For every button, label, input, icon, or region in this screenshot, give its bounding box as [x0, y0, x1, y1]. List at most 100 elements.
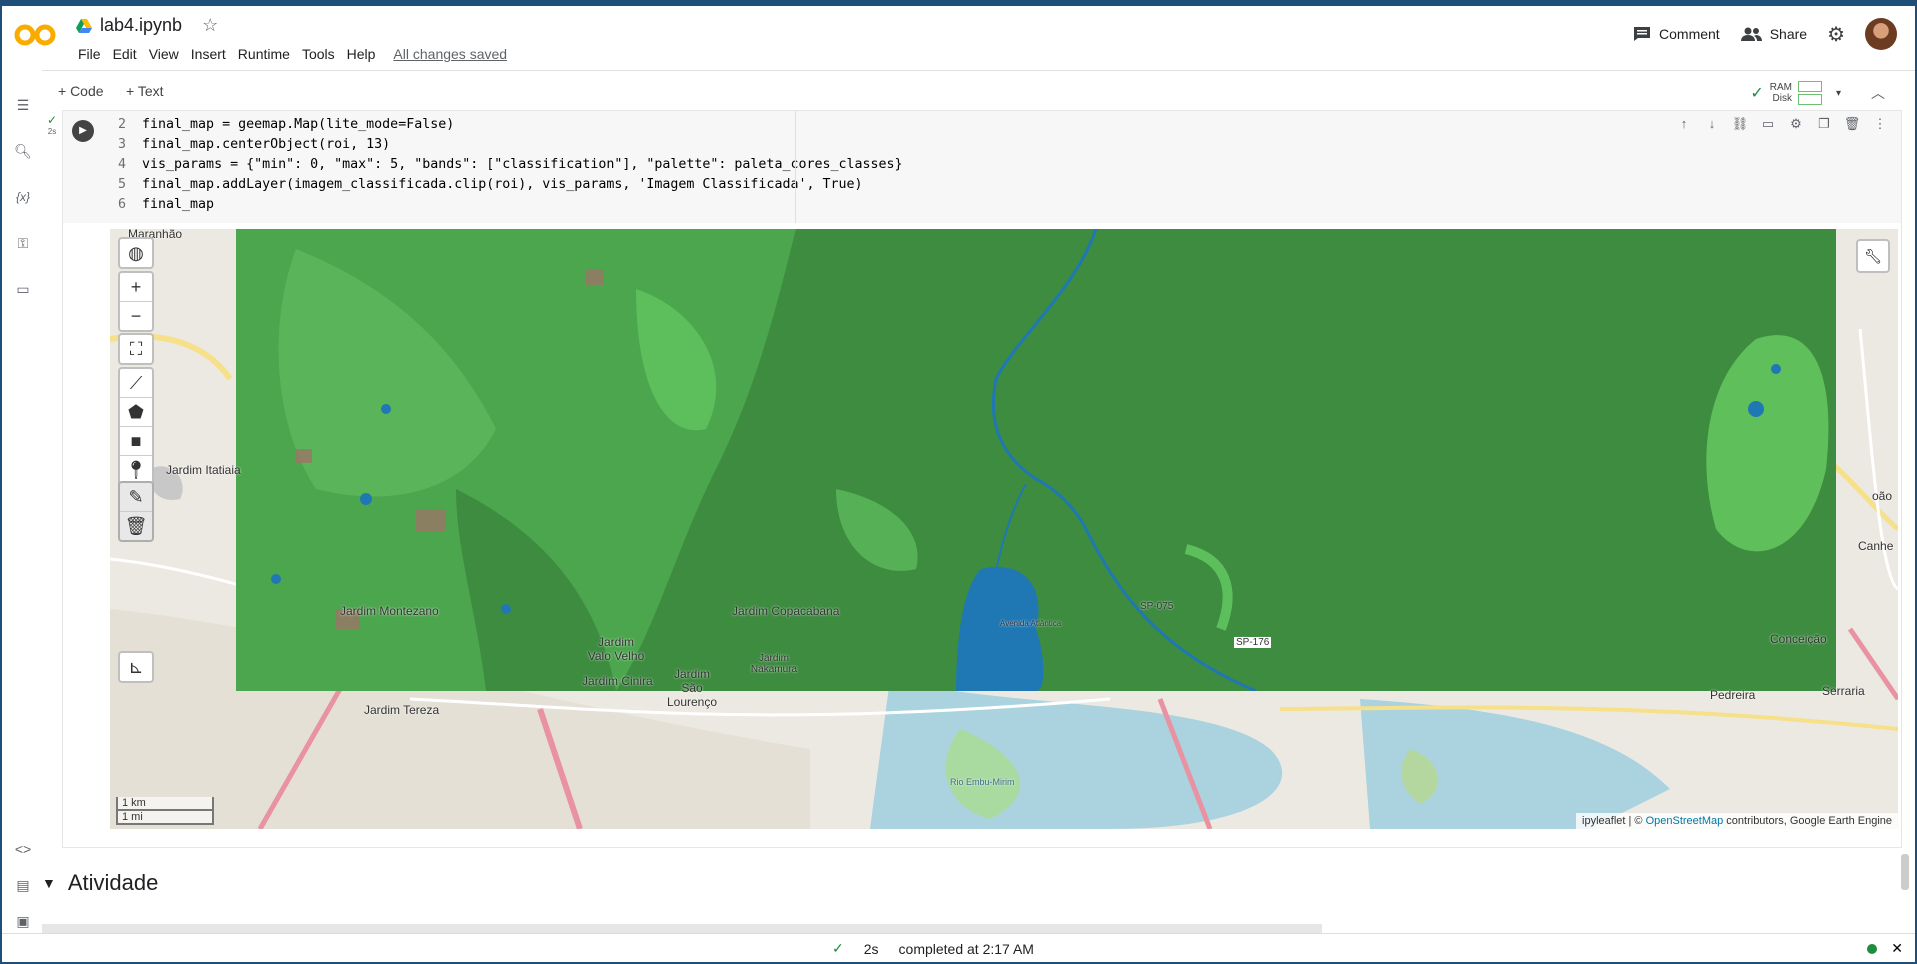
place-label: oão: [1872, 489, 1893, 503]
header: lab4.ipynb ☆ File Edit View Insert Runti…: [2, 6, 1915, 70]
scale-bar: 1 km 1 mi: [116, 797, 214, 825]
mirror-cell-icon[interactable]: ❐: [1813, 113, 1835, 135]
edit-layers-icon[interactable]: ✎: [120, 483, 152, 512]
menu-help[interactable]: Help: [341, 46, 382, 62]
connected-check-icon: ✓: [1750, 85, 1764, 102]
highway-shield: SP-176: [1234, 637, 1272, 648]
comment-icon: [1634, 27, 1651, 41]
move-down-icon[interactable]: ↓: [1701, 113, 1723, 135]
cell-settings-icon[interactable]: ⚙: [1785, 113, 1807, 135]
settings-gear-icon[interactable]: ⚙: [1827, 22, 1845, 47]
place-label: Jardim Montezano: [340, 604, 439, 618]
status-bar: ✓ 2s completed at 2:17 AM ✕: [2, 933, 1915, 962]
osm-link[interactable]: OpenStreetMap: [1646, 815, 1724, 827]
share-label: Share: [1769, 26, 1808, 42]
code-snippets-icon[interactable]: <>: [14, 840, 32, 858]
secrets-key-icon[interactable]: ⚿: [14, 234, 32, 252]
ram-bar: [1797, 81, 1822, 92]
toolbar-wrench-icon[interactable]: 🔧︎: [1856, 239, 1890, 273]
place-label: Jardim São Lourenço: [666, 667, 718, 709]
delete-layers-icon[interactable]: 🗑︎: [120, 512, 152, 540]
menu-edit[interactable]: Edit: [107, 46, 143, 62]
draw-polygon-icon[interactable]: ⬟: [120, 398, 152, 427]
comment-button[interactable]: Comment: [1633, 26, 1720, 42]
measure-control: ⊾: [118, 651, 154, 683]
link-icon[interactable]: ⛓: [1729, 113, 1751, 135]
collapse-header-icon[interactable]: ︿: [1871, 83, 1885, 103]
close-icon[interactable]: ✕: [1891, 940, 1903, 957]
highway-shield: SP-075: [1140, 601, 1174, 612]
street-label: Avenida Atlântica: [1000, 619, 1062, 628]
google-drive-icon: [76, 18, 92, 33]
place-label: Jardim Cinira: [582, 674, 653, 688]
connection-status-icon[interactable]: [1867, 943, 1878, 954]
add-text-button[interactable]: + Text: [126, 83, 164, 99]
terminal-icon[interactable]: ▣: [14, 912, 32, 930]
variables-icon[interactable]: {x}: [14, 188, 32, 206]
status-check-icon: ✓: [832, 940, 844, 956]
ruler-icon[interactable]: ⊾: [120, 653, 152, 681]
notebook-title[interactable]: lab4.ipynb: [100, 15, 182, 36]
section-title: Atividade: [67, 870, 159, 895]
fullscreen-icon[interactable]: ⛶: [120, 335, 152, 363]
resources-indicator[interactable]: ✓ RAM Disk ▾: [1750, 79, 1841, 107]
table-of-contents-icon[interactable]: ☰: [14, 96, 32, 114]
place-label: Jardim Tereza: [364, 703, 440, 717]
status-time: 2s: [863, 940, 879, 957]
ram-label: RAM: [1769, 82, 1792, 93]
zoom-in-button[interactable]: +: [120, 273, 152, 302]
map-attribution: ipyleaflet | © OpenStreetMap contributor…: [1576, 813, 1898, 829]
place-label: Serraria: [1822, 684, 1865, 698]
move-up-icon[interactable]: ↑: [1673, 113, 1695, 135]
share-button[interactable]: Share: [1740, 26, 1807, 42]
add-code-button[interactable]: + Code: [58, 83, 104, 99]
menu-view[interactable]: View: [143, 46, 185, 62]
draw-polyline-icon[interactable]: ⟋: [120, 369, 152, 398]
star-icon[interactable]: ☆: [202, 15, 218, 36]
disk-label: Disk: [1772, 93, 1792, 104]
scale-km: 1 km: [116, 797, 214, 811]
menu-insert[interactable]: Insert: [185, 46, 232, 62]
code-line: 2 final_map = geemap.Map(lite_mode=False…: [118, 117, 455, 132]
cell-exec-time: 2s: [47, 127, 57, 136]
place-label: Conceição: [1770, 632, 1827, 646]
more-options-icon[interactable]: ⋮: [1869, 113, 1891, 135]
cell-success-check-icon: ✓: [46, 113, 58, 127]
code-line: 6 final_map: [118, 197, 215, 212]
caret-down-icon[interactable]: ▼: [42, 875, 56, 891]
section-heading[interactable]: ▼ Atividade: [42, 870, 158, 896]
menu-tools[interactable]: Tools: [296, 46, 341, 62]
status-completed[interactable]: completed at 2:17 AM: [899, 941, 1034, 957]
place-label: Jardim Itatiaia: [166, 463, 241, 477]
vertical-scrollbar[interactable]: [1901, 854, 1909, 890]
menu-file[interactable]: File: [72, 46, 107, 62]
place-label: Jardim Valo Velho: [587, 635, 645, 663]
code-editor[interactable]: ▶ 2 final_map = geemap.Map(lite_mode=Fal…: [63, 111, 1901, 223]
map-output[interactable]: Maranhão Jardim Itatiaia Jardim Montezan…: [110, 229, 1898, 829]
globe-icon[interactable]: ◍: [120, 239, 152, 267]
zoom-out-button[interactable]: −: [120, 302, 152, 330]
basemap-switch[interactable]: ◍: [118, 237, 154, 269]
code-line: 3 final_map.centerObject(roi, 13): [118, 137, 391, 152]
command-palette-icon[interactable]: ▤: [14, 876, 32, 894]
draw-rectangle-icon[interactable]: ■: [120, 427, 152, 456]
menu-runtime[interactable]: Runtime: [232, 46, 296, 62]
avatar[interactable]: [1865, 18, 1897, 50]
fullscreen-control: ⛶: [118, 333, 154, 365]
river-label: Rio Embu-Mirim: [950, 777, 1015, 787]
draw-marker-icon[interactable]: 📍︎: [120, 456, 152, 484]
files-folder-icon[interactable]: ▭: [14, 280, 32, 298]
save-status[interactable]: All changes saved: [387, 46, 513, 62]
run-cell-button[interactable]: ▶: [72, 120, 94, 142]
colab-logo[interactable]: [14, 20, 58, 50]
delete-cell-icon[interactable]: 🗑︎: [1841, 113, 1863, 135]
place-label: Jardim Nakamura: [750, 653, 798, 675]
chevron-down-icon[interactable]: ▾: [1836, 88, 1841, 99]
cell-toolbar: ↑ ↓ ⛓ ▭ ⚙ ❐ 🗑︎ ⋮: [1673, 113, 1891, 135]
scale-mi: 1 mi: [116, 811, 214, 825]
code-line: 4 vis_params = {"min": 0, "max": 5, "ban…: [118, 157, 903, 172]
comment-cell-icon[interactable]: ▭: [1757, 113, 1779, 135]
search-icon[interactable]: 🔍︎: [14, 142, 32, 160]
code-lines[interactable]: 2 final_map = geemap.Map(lite_mode=False…: [118, 115, 903, 215]
place-label: Jardim Copacabana: [732, 604, 840, 618]
